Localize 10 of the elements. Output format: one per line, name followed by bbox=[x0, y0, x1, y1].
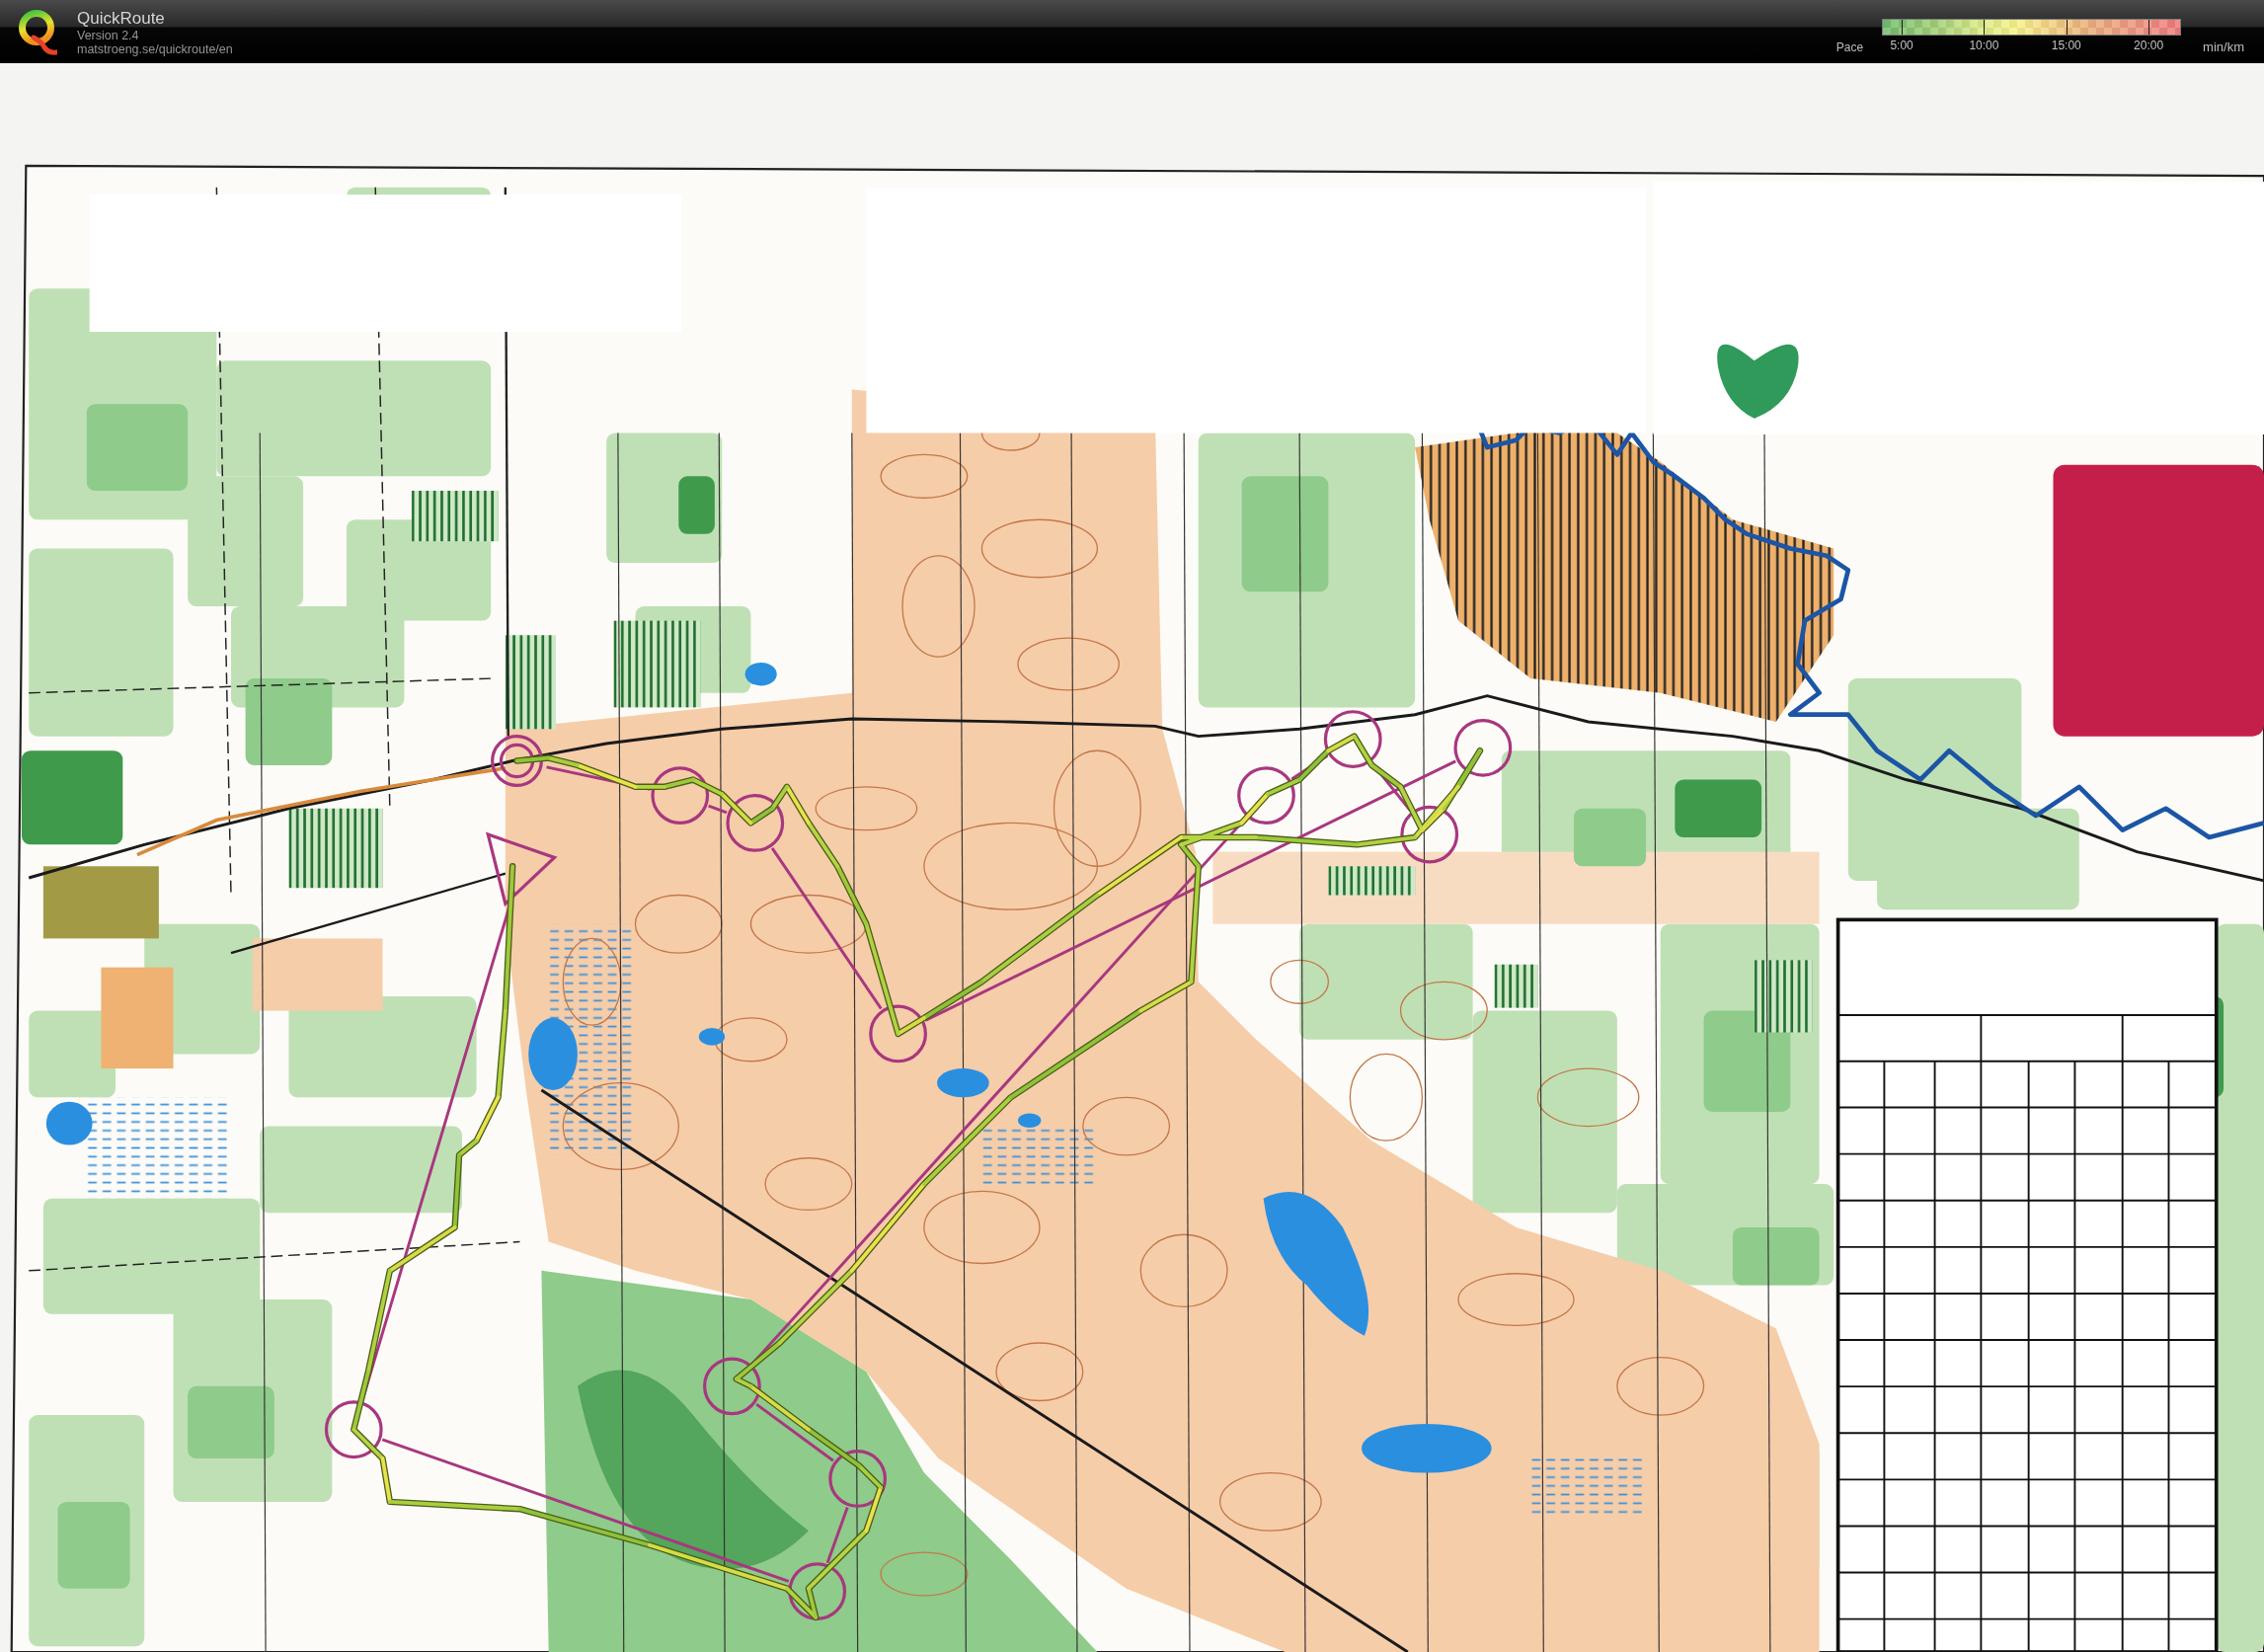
pace-label: Pace bbox=[1835, 41, 1864, 53]
pace-tick-label: 10:00 bbox=[1969, 39, 1999, 51]
app-title: QuickRoute bbox=[77, 8, 166, 29]
website-url: matstroeng.se/quickroute/en bbox=[77, 42, 233, 56]
pace-unit-label: min/km bbox=[2203, 41, 2244, 53]
pace-tick-label: 20:00 bbox=[2134, 39, 2164, 51]
pace-tick-label: 5:00 bbox=[1890, 39, 1913, 51]
pace-tick-label: 15:00 bbox=[2051, 39, 2081, 51]
logo-icon bbox=[18, 8, 57, 55]
app-version: Version 2.4 bbox=[77, 29, 140, 42]
